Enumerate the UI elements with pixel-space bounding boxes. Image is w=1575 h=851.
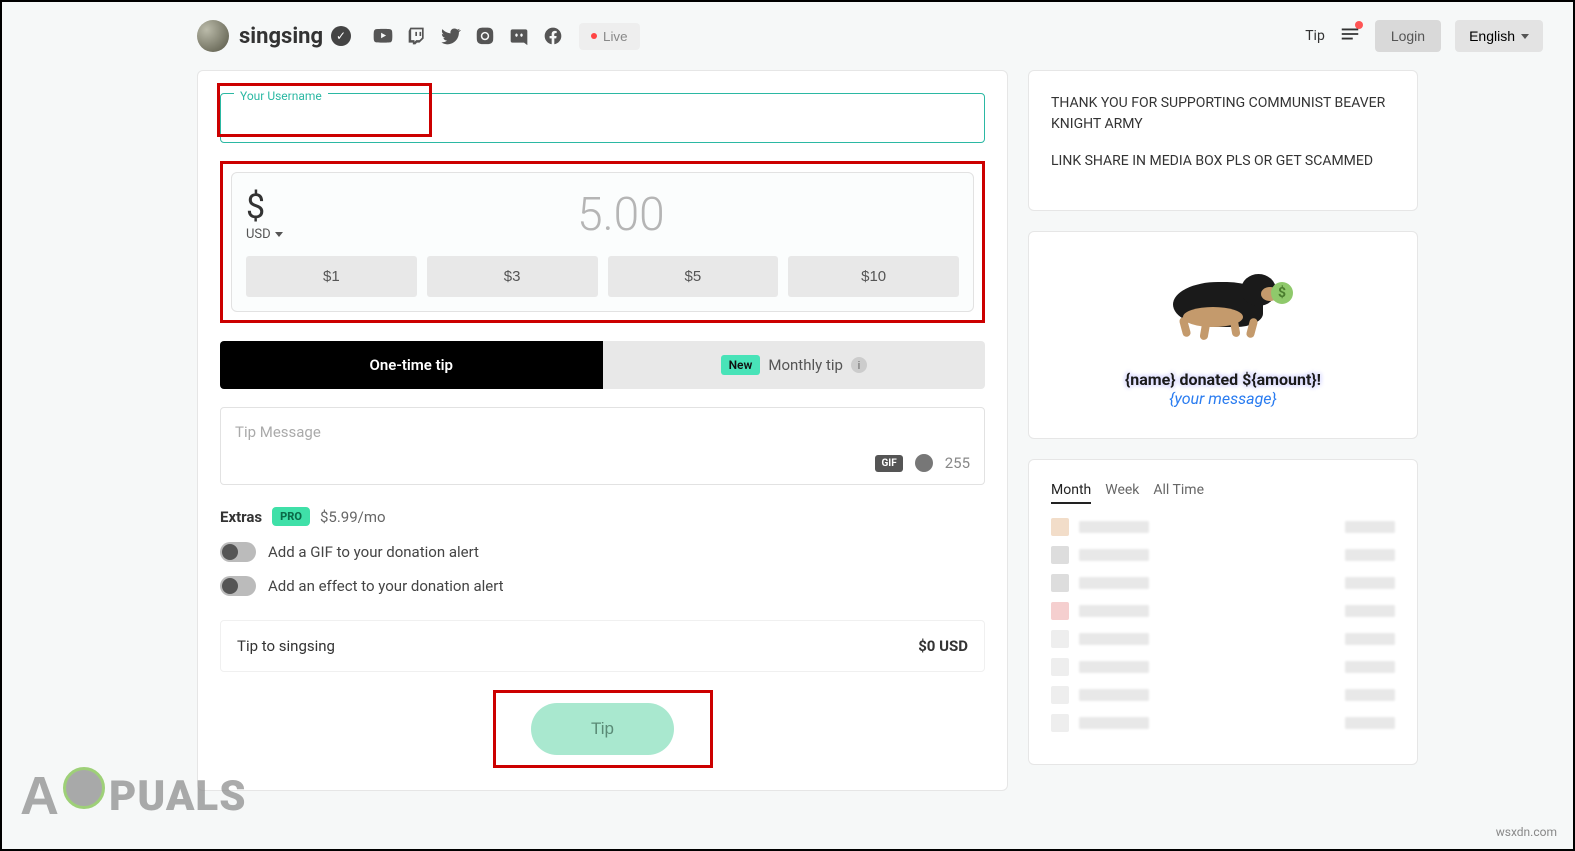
lb-tab-alltime[interactable]: All Time (1153, 482, 1204, 504)
preset-5[interactable]: $5 (608, 256, 779, 297)
toggle-effect[interactable] (220, 576, 256, 596)
tip-link[interactable]: Tip (1305, 28, 1325, 44)
discord-icon[interactable] (509, 26, 529, 46)
username-input[interactable] (220, 93, 985, 143)
message-placeholder: Tip Message (235, 423, 321, 441)
lb-tab-week[interactable]: Week (1105, 482, 1139, 504)
streamer-avatar[interactable] (197, 20, 229, 52)
chevron-down-icon (1521, 34, 1529, 39)
leaderboard-row (1051, 574, 1395, 592)
summary-label: Tip to singsing (237, 637, 335, 655)
summary-amount: $0 USD (918, 637, 968, 655)
watermark-mascot-icon (63, 767, 105, 809)
toggle-effect-row: Add an effect to your donation alert (220, 576, 985, 596)
streamer-name: singsing (239, 24, 323, 49)
watermark-text: PUALS (109, 772, 246, 821)
preset-1[interactable]: $1 (246, 256, 417, 297)
extras-label: Extras (220, 508, 262, 526)
username-section: Your Username (220, 93, 985, 143)
summary-row: Tip to singsing $0 USD (220, 620, 985, 672)
watermark-site: wsxdn.com (1496, 825, 1557, 839)
preset-row: $1 $3 $5 $10 (246, 256, 959, 297)
preset-3[interactable]: $3 (427, 256, 598, 297)
toggle-gif-label: Add a GIF to your donation alert (268, 543, 479, 561)
toggle-gif[interactable] (220, 542, 256, 562)
leaderboard-card: Month Week All Time (1028, 459, 1418, 765)
leaderboard-row (1051, 714, 1395, 732)
twitter-icon[interactable] (441, 26, 461, 46)
amount-panel: $ USD 5.00 $1 $3 $5 $10 (231, 172, 974, 312)
facebook-icon[interactable] (543, 26, 563, 46)
toggle-gif-row: Add a GIF to your donation alert (220, 542, 985, 562)
watermark-logo: A PUALS (20, 765, 246, 827)
tab-onetime-label: One-time tip (370, 356, 453, 374)
currency-symbol: $ (246, 187, 283, 227)
menu-icon[interactable] (1339, 23, 1361, 49)
thankyou-card: THANK YOU FOR SUPPORTING COMMUNIST BEAVE… (1028, 70, 1418, 211)
main-container: Your Username $ USD 5.00 $1 $3 $5 $10 (2, 70, 1573, 791)
donation-animation-icon: $ (1163, 262, 1283, 352)
notification-dot-icon (1355, 21, 1363, 29)
thankyou-line1: THANK YOU FOR SUPPORTING COMMUNIST BEAVE… (1051, 93, 1395, 135)
alert-name-line: {name} donated ${amount}! (1051, 370, 1395, 389)
tip-type-tabs: One-time tip New Monthly tip i (220, 341, 985, 389)
thankyou-line2: LINK SHARE IN MEDIA BOX PLS OR GET SCAMM… (1051, 151, 1395, 172)
leaderboard-row (1051, 602, 1395, 620)
twitch-icon[interactable] (407, 26, 427, 46)
alert-msg-line: {your message} (1051, 389, 1395, 408)
char-count: 255 (945, 454, 970, 472)
username-label: Your Username (240, 89, 322, 103)
live-label: Live (603, 29, 627, 44)
tip-button-highlight: Tip (493, 690, 713, 768)
watermark-a: A (20, 765, 59, 827)
header-right: Tip Login English (1305, 20, 1543, 52)
tip-form-card: Your Username $ USD 5.00 $1 $3 $5 $10 (197, 70, 1008, 791)
leaderboard-row (1051, 658, 1395, 676)
gif-icon[interactable]: GIF (875, 455, 902, 472)
currency-selector[interactable]: USD (246, 227, 283, 242)
amount-section-highlight: $ USD 5.00 $1 $3 $5 $10 (220, 161, 985, 323)
tab-monthly[interactable]: New Monthly tip i (603, 341, 986, 389)
tip-submit-button[interactable]: Tip (531, 703, 674, 755)
login-button[interactable]: Login (1375, 20, 1441, 52)
amount-input[interactable]: 5.00 (283, 188, 959, 242)
language-button[interactable]: English (1455, 20, 1543, 52)
chevron-down-icon (275, 232, 283, 237)
message-toolbar: GIF 255 (875, 454, 970, 472)
tab-onetime[interactable]: One-time tip (220, 341, 603, 389)
instagram-icon[interactable] (475, 26, 495, 46)
extras-price: $5.99/mo (320, 508, 386, 526)
leaderboard-tabs: Month Week All Time (1051, 482, 1395, 504)
pro-badge: PRO (272, 507, 310, 526)
leaderboard-row (1051, 686, 1395, 704)
extras-header: Extras PRO $5.99/mo (220, 507, 985, 526)
live-button[interactable]: Live (579, 23, 639, 50)
social-icons-row (373, 26, 563, 46)
emoji-icon[interactable] (915, 454, 933, 472)
info-icon[interactable]: i (851, 357, 867, 373)
alert-preview-card: $ {name} donated ${amount}! {your messag… (1028, 231, 1418, 439)
leaderboard-row (1051, 630, 1395, 648)
lb-tab-month[interactable]: Month (1051, 482, 1091, 504)
tab-monthly-label: Monthly tip (768, 356, 843, 374)
sidebar: THANK YOU FOR SUPPORTING COMMUNIST BEAVE… (1028, 70, 1418, 791)
live-dot-icon (591, 33, 597, 39)
new-badge: New (721, 355, 761, 375)
header-bar: singsing ✓ Live Tip Login English (2, 2, 1573, 70)
currency-code-label: USD (246, 227, 271, 242)
verified-icon: ✓ (331, 26, 351, 46)
language-label: English (1469, 28, 1515, 44)
message-textarea[interactable]: Tip Message GIF 255 (220, 407, 985, 485)
leaderboard-row (1051, 546, 1395, 564)
toggle-effect-label: Add an effect to your donation alert (268, 577, 504, 595)
preset-10[interactable]: $10 (788, 256, 959, 297)
youtube-icon[interactable] (373, 26, 393, 46)
leaderboard-row (1051, 518, 1395, 536)
currency-block: $ USD (246, 187, 283, 242)
